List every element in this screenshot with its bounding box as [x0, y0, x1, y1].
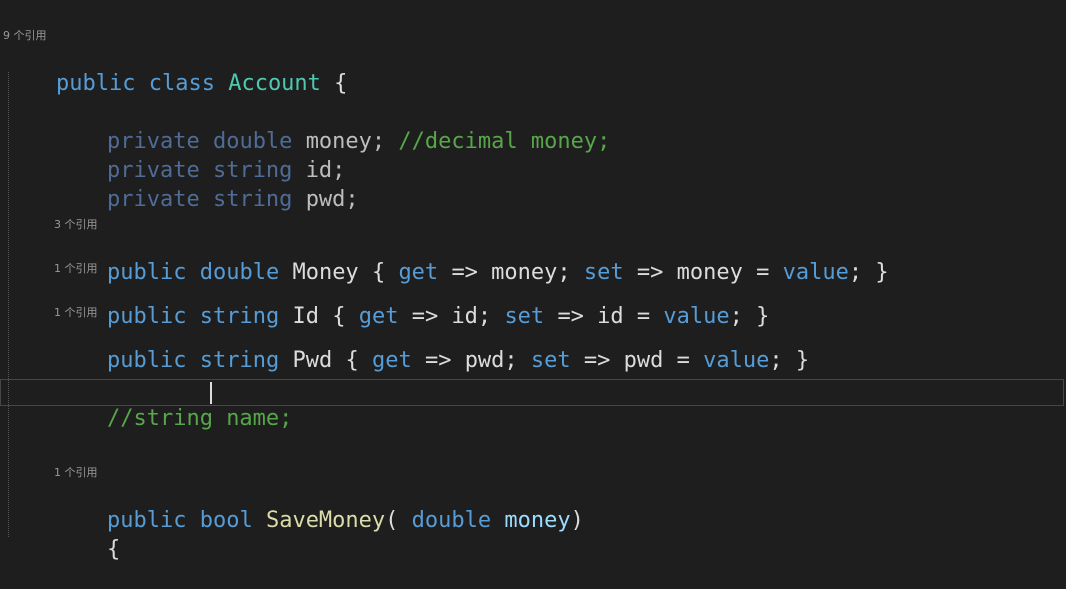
setter-body: => pwd =: [583, 348, 690, 373]
paren-open: (: [385, 508, 399, 533]
code-line-comment-name[interactable]: //string name;: [54, 380, 292, 458]
codelens-money-references[interactable]: 3 个引用: [54, 218, 98, 232]
keyword-string: string: [199, 348, 280, 373]
param-money: money: [504, 508, 571, 533]
getter-body: => pwd;: [424, 348, 518, 373]
code-line-field-pwd[interactable]: private string pwd;: [54, 161, 359, 239]
property-end: ; }: [769, 348, 810, 373]
paren-close: ): [570, 508, 584, 533]
keyword-class: class: [148, 71, 215, 96]
keyword-bool: bool: [199, 508, 253, 533]
keyword-private: private: [106, 187, 200, 212]
keyword-value: value: [703, 348, 770, 373]
keyword-public: public: [106, 348, 187, 373]
property-pwd: Pwd: [292, 348, 333, 373]
property-end: ; }: [848, 260, 889, 285]
keyword-get: get: [371, 348, 412, 373]
field-pwd: pwd;: [305, 187, 359, 212]
comment-decimal: //decimal money;: [398, 129, 611, 154]
keyword-string: string: [212, 187, 293, 212]
keyword-public: public: [55, 71, 136, 96]
codelens-savemoney-references[interactable]: 1 个引用: [54, 466, 98, 480]
code-editor[interactable]: 9 个引用 public class Account { private dou…: [0, 0, 1066, 562]
comment-string-name: //string name;: [106, 406, 293, 431]
codelens-pwd-references[interactable]: 1 个引用: [54, 306, 98, 320]
brace-open: {: [334, 71, 348, 96]
code-line-method-savemoney[interactable]: public bool SaveMoney( double money): [54, 482, 584, 560]
keyword-value: value: [782, 260, 849, 285]
codelens-class-references[interactable]: 9 个引用: [3, 29, 47, 43]
code-line-method-brace[interactable]: {: [54, 511, 120, 589]
indent-guide: [8, 72, 9, 537]
method-savemoney: SaveMoney: [265, 508, 386, 533]
brace-open: {: [345, 348, 359, 373]
class-name: Account: [228, 71, 321, 96]
method-brace-open: {: [106, 537, 121, 562]
keyword-double: double: [411, 508, 492, 533]
codelens-id-references[interactable]: 1 个引用: [54, 262, 98, 276]
keyword-set: set: [530, 348, 571, 373]
